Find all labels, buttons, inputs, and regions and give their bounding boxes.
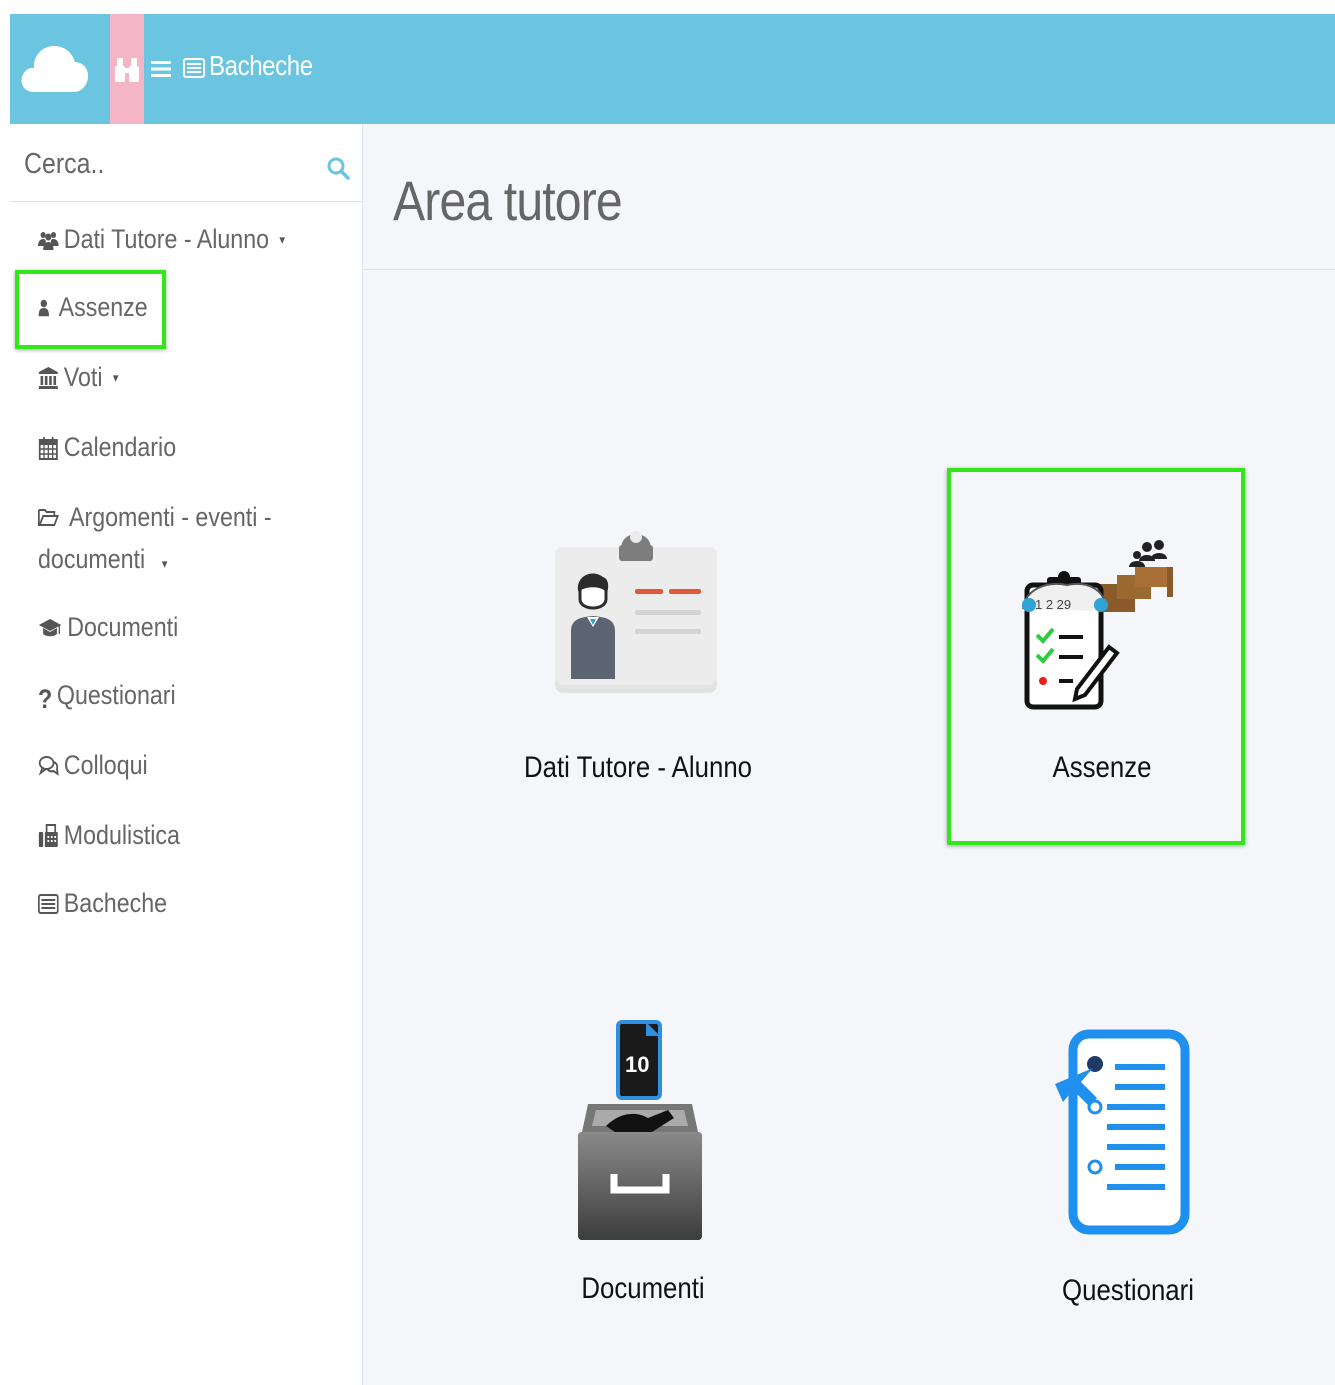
sidebar-item-dati-tutore[interactable]: Dati Tutore - Alunno ▾ (38, 224, 285, 255)
tile-dati-tutore[interactable]: Dati Tutore - Alunno (523, 519, 753, 809)
tile-documenti[interactable]: 10 Documenti (533, 1014, 753, 1324)
question-icon: ? (38, 683, 53, 714)
caret-down-icon: ▾ (112, 369, 119, 385)
survey-form-icon (1055, 1029, 1190, 1235)
search-input[interactable] (24, 144, 265, 184)
fax-icon (38, 823, 58, 847)
tile-label: Dati Tutore - Alunno (523, 751, 753, 784)
page-title: Area tutore (393, 169, 623, 232)
sidebar-item-label: Argomenti - eventi - documenti (38, 502, 272, 574)
sidebar-item-label: Questionari (56, 680, 176, 710)
tile-label: Questionari (1062, 1274, 1194, 1307)
sidebar-item-label: Dati Tutore - Alunno (63, 224, 270, 254)
cloud-icon[interactable] (20, 32, 90, 98)
topbar-title[interactable]: Bacheche (209, 50, 313, 82)
calendar-icon (38, 436, 58, 460)
users-icon (38, 231, 59, 250)
sidebar-item-label: Colloqui (63, 750, 148, 780)
id-badge-icon (555, 531, 717, 693)
binoculars-button[interactable] (110, 14, 144, 124)
sidebar-item-voti[interactable]: Voti ▾ (38, 362, 118, 393)
sidebar-item-label: Bacheche (63, 888, 168, 918)
sidebar-item-bacheche[interactable]: Bacheche (38, 888, 167, 919)
sidebar-item-label: Calendario (63, 432, 177, 462)
hamburger-icon[interactable] (151, 59, 171, 79)
caret-down-icon: ▾ (161, 556, 168, 571)
top-navbar: Bacheche (10, 14, 1335, 124)
sidebar-item-documenti[interactable]: Documenti (38, 612, 178, 643)
sidebar-item-modulistica[interactable]: Modulistica (38, 820, 180, 851)
annotation-highlight-sidebar (15, 270, 166, 349)
tile-label: Documenti (581, 1272, 705, 1305)
caret-down-icon: ▾ (279, 231, 285, 247)
sidebar-search (10, 124, 363, 202)
graduation-cap-icon (38, 618, 62, 636)
sidebar-item-argomenti[interactable]: Argomenti - eventi - documenti ▾ (38, 496, 296, 585)
board-icon (38, 893, 59, 914)
annotation-highlight-tile (947, 468, 1245, 845)
sidebar-item-label: Documenti (67, 612, 179, 642)
folder-open-icon (38, 509, 59, 526)
sidebar-item-label: Modulistica (63, 820, 180, 850)
search-icon[interactable] (326, 156, 350, 180)
institution-icon (38, 366, 58, 389)
svg-text:10: 10 (625, 1052, 649, 1077)
board-icon (183, 58, 205, 78)
tile-questionari[interactable]: Questionari (1013, 1024, 1243, 1324)
sidebar-item-label: Voti (63, 362, 103, 392)
binoculars-icon (115, 58, 139, 82)
sidebar-item-questionari[interactable]: ? Questionari (38, 680, 176, 714)
page-header: Area tutore (363, 124, 1335, 270)
sidebar-item-colloqui[interactable]: Colloqui (38, 750, 148, 781)
document-drawer-icon: 10 (578, 1020, 702, 1240)
sidebar-item-calendario[interactable]: Calendario (38, 432, 176, 463)
comments-icon (38, 755, 59, 776)
